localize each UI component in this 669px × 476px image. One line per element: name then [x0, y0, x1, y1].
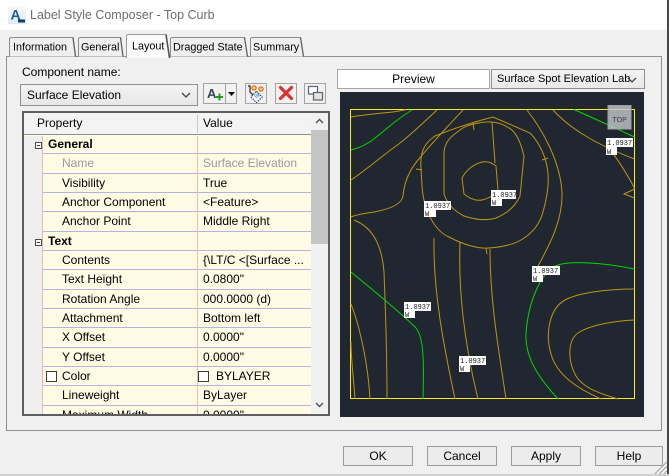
svg-text:General: General [81, 42, 119, 54]
svg-text:1.0937: 1.0937 [533, 268, 558, 276]
svg-text:Information: Information [13, 42, 67, 54]
svg-text:Dragged State: Dragged State [173, 42, 243, 54]
svg-text:1.0937: 1.0937 [460, 358, 485, 366]
svg-text:TOP: TOP [613, 117, 628, 124]
svg-text:1.0937: 1.0937 [405, 304, 430, 312]
svg-text:1.0937: 1.0937 [425, 203, 450, 211]
svg-text:Summary: Summary [253, 42, 300, 54]
svg-text:1.0937: 1.0937 [492, 192, 517, 200]
svg-text:1.0937: 1.0937 [607, 140, 632, 148]
svg-text:A: A [207, 86, 217, 101]
svg-text:Layout: Layout [132, 41, 164, 53]
